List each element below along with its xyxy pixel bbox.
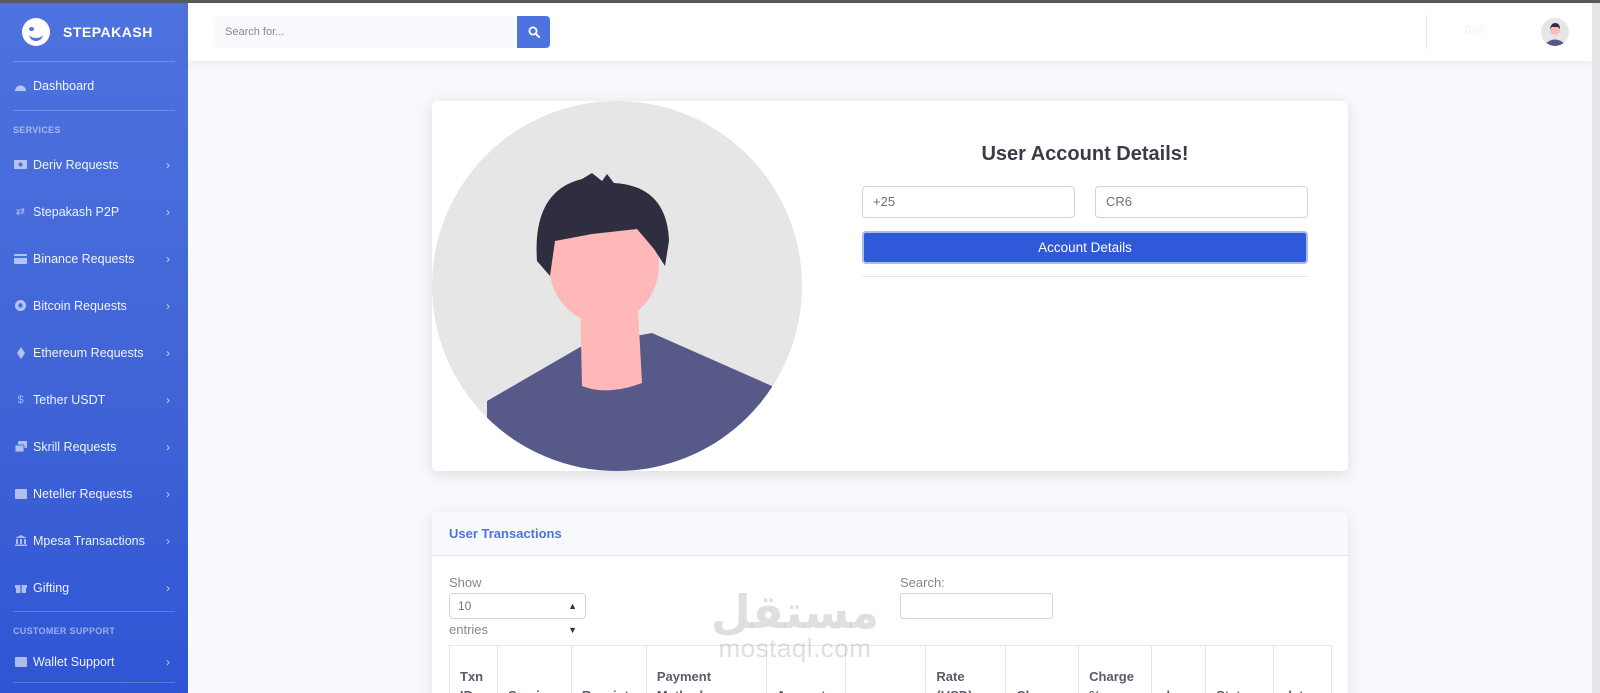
sidebar: STEPAKASH Dashboard SERVICES Deriv Reque… [0, 3, 188, 693]
money-bill-icon [14, 159, 27, 170]
bitcoin-icon [14, 300, 27, 311]
sidebar-item-skrill-requests[interactable]: Skrill Requests › [0, 423, 188, 470]
table-search-input[interactable] [900, 593, 1053, 619]
transactions-title: User Transactions [449, 526, 562, 541]
wallet-icon [14, 488, 27, 499]
chevron-right-icon: › [166, 486, 170, 501]
exchange-icon: ⇄ [15, 206, 26, 218]
table-header-row: Txn ID Service Receipt Payment Method Am… [449, 645, 1332, 693]
user-name[interactable]: Tosh [1463, 24, 1486, 36]
column-header-status[interactable]: Status [1205, 645, 1274, 693]
column-header-charge-percent[interactable]: Charge % [1078, 645, 1153, 693]
account-id-field[interactable]: CR6 [1095, 186, 1308, 218]
chevron-right-icon: › [166, 298, 170, 313]
sort-caret-icon: ▲ ▼ [568, 601, 577, 635]
sidebar-item-label: Stepakash P2P [33, 204, 120, 219]
gift-icon [14, 582, 27, 593]
sidebar-item-label: Binance Requests [33, 251, 135, 266]
chevron-right-icon: › [166, 157, 170, 172]
column-header-rate-usd[interactable]: Rate (USD) [925, 645, 1007, 693]
column-header-amount[interactable]: Amount [765, 645, 847, 693]
column-header-receipt[interactable]: Receipt [570, 645, 647, 693]
sidebar-item-dashboard[interactable]: Dashboard [0, 62, 188, 110]
transactions-card-header: User Transactions [432, 512, 1348, 556]
sidebar-heading-services: SERVICES [13, 125, 61, 135]
column-header-service[interactable]: Service [496, 645, 572, 693]
sidebar-item-label: Skrill Requests [33, 439, 117, 454]
chevron-right-icon: › [166, 533, 170, 548]
dollar-icon: $ [17, 393, 24, 406]
transactions-card: User Transactions Show 10 ▲ ▼ entries Sea… [432, 512, 1348, 693]
column-header-currency[interactable]: currency [845, 645, 927, 693]
sidebar-item-bitcoin-requests[interactable]: Bitcoin Requests › [0, 282, 188, 329]
sidebar-item-gifting[interactable]: Gifting › [0, 564, 188, 611]
chevron-right-icon: › [166, 580, 170, 595]
sidebar-divider [13, 682, 175, 683]
sidebar-item-ethereum-requests[interactable]: Ethereum Requests › [0, 329, 188, 376]
column-header-charge[interactable]: Charge [1005, 645, 1080, 693]
chevron-right-icon: › [166, 345, 170, 360]
wallet-icon [14, 657, 27, 668]
topbar: Tosh [188, 3, 1592, 61]
sidebar-item-label: Wallet Support [33, 655, 115, 669]
card-divider [862, 276, 1308, 277]
chevron-right-icon: › [166, 251, 170, 266]
search-icon [528, 26, 540, 38]
sidebar-item-stepakash-p2p[interactable]: ⇄ Stepakash P2P › [0, 188, 188, 235]
account-card: User Account Details! +25 CR6 Account De… [432, 101, 1348, 471]
entries-label: entries [449, 622, 489, 637]
ethereum-icon [14, 346, 27, 359]
laugh-wink-icon [22, 18, 50, 46]
chevron-right-icon: › [166, 655, 170, 669]
sidebar-item-neteller-requests[interactable]: Neteller Requests › [0, 470, 188, 517]
sidebar-item-label: Mpesa Transactions [33, 533, 145, 548]
show-label: Show [449, 575, 482, 590]
sidebar-brand[interactable]: STEPAKASH [0, 3, 188, 61]
avatar[interactable] [1541, 18, 1569, 46]
search-button[interactable] [517, 16, 550, 48]
search-input[interactable] [215, 16, 515, 48]
page-scrollbar[interactable] [1592, 3, 1600, 693]
sidebar-item-label: Ethereum Requests [33, 345, 144, 360]
sidebar-item-label: Gifting [33, 580, 70, 595]
sidebar-item-label: Neteller Requests [33, 486, 133, 501]
transactions-table: Txn ID Service Receipt Payment Method Am… [449, 645, 1332, 693]
chevron-right-icon: › [166, 392, 170, 407]
column-header-txn-id[interactable]: Txn ID [449, 645, 498, 693]
sidebar-heading-customer-support: CUSTOMER SUPPORT [13, 626, 116, 636]
column-header-date[interactable]: date [1273, 645, 1332, 693]
sidebar-item-label: Dashboard [33, 79, 95, 93]
credit-card-icon [14, 253, 27, 264]
sidebar-item-label: Deriv Requests [33, 157, 119, 172]
sidebar-item-mpesa-transactions[interactable]: Mpesa Transactions › [0, 517, 188, 564]
coins-icon [14, 441, 27, 452]
sidebar-item-tether-usdt[interactable]: $ Tether USDT › [0, 376, 188, 423]
chevron-right-icon: › [166, 204, 170, 219]
sidebar-item-label: Bitcoin Requests [33, 298, 127, 313]
phone-number-field[interactable]: +25 [862, 186, 1075, 218]
sidebar-item-wallet-support[interactable]: Wallet Support › [0, 642, 188, 682]
column-header-desc[interactable]: desc [1151, 645, 1207, 693]
bank-icon [14, 535, 27, 546]
brand-name: STEPAKASH [63, 24, 153, 40]
chevron-right-icon: › [166, 439, 170, 454]
account-details-button[interactable]: Account Details [862, 231, 1308, 264]
column-header-payment-method[interactable]: Payment Method [645, 645, 767, 693]
table-search-label: Search: [900, 575, 945, 590]
tachometer-icon [14, 81, 27, 92]
page-length-select[interactable]: 10 ▲ ▼ [449, 593, 586, 635]
user-avatar-illustration [432, 101, 802, 471]
sidebar-item-deriv-requests[interactable]: Deriv Requests › [0, 141, 188, 188]
page-length-value: 10 [458, 599, 472, 613]
topbar-divider [1426, 15, 1427, 49]
account-details-title: User Account Details! [981, 143, 1189, 165]
sidebar-item-binance-requests[interactable]: Binance Requests › [0, 235, 188, 282]
sidebar-item-label: Tether USDT [33, 392, 106, 407]
